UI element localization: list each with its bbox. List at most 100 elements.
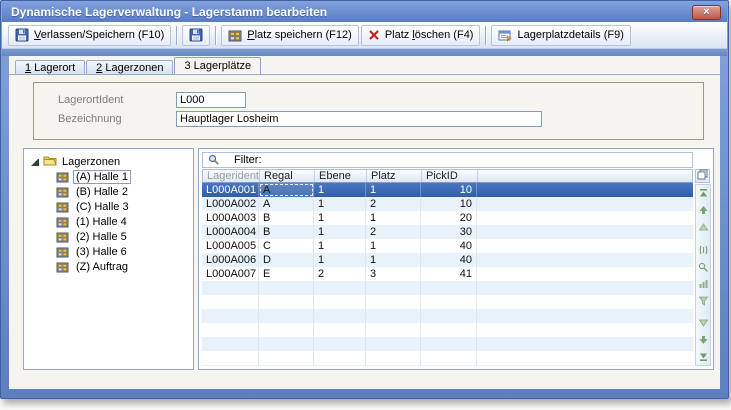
place-details-button[interactable]: Lagerplatzdetails (F9) <box>491 25 630 46</box>
lagerortident-input[interactable] <box>176 92 246 108</box>
page-up-icon[interactable] <box>698 222 709 232</box>
grid-cell[interactable]: A <box>259 183 314 197</box>
bezeichnung-input[interactable] <box>176 111 542 127</box>
grid-cell[interactable]: 1 <box>366 239 421 253</box>
toolbar-divider <box>2 49 727 56</box>
grid-row[interactable]: L000A001A1110 <box>202 183 693 197</box>
column-header-regal[interactable]: Regal <box>260 170 315 182</box>
grid-cell[interactable]: 1 <box>314 197 366 211</box>
grid-cell[interactable]: 20 <box>421 211 477 225</box>
grid-cell[interactable]: 2 <box>314 267 366 281</box>
grid-cell[interactable]: 1 <box>314 225 366 239</box>
grid-cell[interactable]: 40 <box>421 253 477 267</box>
tree-expander-icon[interactable] <box>31 158 39 166</box>
save-exit-button[interactable]: Verlassen/Speichern (F10) <box>8 25 171 46</box>
grid-cell <box>314 323 366 337</box>
close-button[interactable]: × <box>692 5 721 20</box>
grid-cell[interactable]: 1 <box>366 211 421 225</box>
tree-item[interactable]: (A) Halle 1 <box>24 169 193 184</box>
save-place-button[interactable]: Platz speichern (F12) <box>221 25 359 46</box>
last-record-icon[interactable] <box>698 352 709 362</box>
grid-cell[interactable]: 41 <box>421 267 477 281</box>
grid-cell[interactable]: L000A005 <box>202 239 259 253</box>
grid-cell-filler <box>477 351 693 365</box>
grid-empty-row <box>202 295 693 309</box>
tree-items: (A) Halle 1(B) Halle 2(C) Halle 3(1) Hal… <box>24 169 193 274</box>
grid-cell[interactable]: L000A004 <box>202 225 259 239</box>
tree-item-label: (1) Halle 4 <box>73 215 130 229</box>
grid-cell[interactable]: 1 <box>366 183 421 197</box>
tree-item[interactable]: (1) Halle 4 <box>24 214 193 229</box>
grid-cell[interactable]: L000A006 <box>202 253 259 267</box>
grid-empty-row <box>202 351 693 365</box>
grid-cell[interactable]: 3 <box>366 267 421 281</box>
save-button[interactable] <box>182 25 210 46</box>
grid-cell[interactable]: 2 <box>366 225 421 239</box>
grid-cell <box>421 351 477 365</box>
auto-size-icon[interactable] <box>698 245 709 255</box>
prev-record-icon[interactable] <box>698 205 709 215</box>
next-record-icon[interactable] <box>698 335 709 345</box>
grid-row[interactable]: L000A007E2341 <box>202 267 693 281</box>
column-header-pickid[interactable]: PickID <box>422 170 478 182</box>
grid-cell[interactable]: 1 <box>314 211 366 225</box>
grid-cell[interactable]: 1 <box>366 253 421 267</box>
toolbar-separator <box>176 26 177 45</box>
tree-item[interactable]: (3) Halle 6 <box>24 244 193 259</box>
first-record-icon[interactable] <box>698 188 709 198</box>
summary-icon[interactable] <box>698 279 709 289</box>
grid-cell[interactable]: 30 <box>421 225 477 239</box>
lagerzonen-tree: Lagerzonen (A) Halle 1(B) Halle 2(C) Hal… <box>23 148 194 370</box>
grid-cell[interactable]: L000A003 <box>202 211 259 225</box>
grid-cell-filler <box>477 281 693 295</box>
grid-cell[interactable]: 10 <box>421 183 477 197</box>
tab-lagerort[interactable]: 1 Lagerort <box>15 60 85 74</box>
grid-row[interactable]: L000A003B1120 <box>202 211 693 225</box>
grid-cell[interactable]: B <box>259 211 314 225</box>
zone-icon <box>56 186 69 198</box>
client-area: 1 Lagerort2 Lagerzonen3 Lagerplätze Lage… <box>9 56 720 389</box>
delete-place-button[interactable]: Platz löschen (F4) <box>361 25 481 46</box>
column-chooser-button[interactable] <box>695 169 710 183</box>
tab-lagerplaetze[interactable]: 3 Lagerplätze <box>174 57 261 74</box>
grid-cell <box>202 281 259 295</box>
grid-cell[interactable]: 1 <box>314 183 366 197</box>
filter-label: Filter: <box>234 154 262 166</box>
grid-cell[interactable]: 2 <box>366 197 421 211</box>
tree-item[interactable]: (2) Halle 5 <box>24 229 193 244</box>
tree-item[interactable]: (C) Halle 3 <box>24 199 193 214</box>
grid-cell <box>314 281 366 295</box>
search-icon[interactable] <box>698 262 709 272</box>
grid-cell[interactable]: 1 <box>314 253 366 267</box>
grid-filter-bar[interactable]: Filter: <box>202 152 693 168</box>
grid-cell[interactable]: L000A002 <box>202 197 259 211</box>
grid-cell <box>202 295 259 309</box>
column-header-lagerident[interactable]: Lagerident <box>203 170 260 182</box>
grid-cell[interactable]: 40 <box>421 239 477 253</box>
grid-row[interactable]: L000A002A1210 <box>202 197 693 211</box>
page-down-icon[interactable] <box>698 318 709 328</box>
tab-lagerzonen[interactable]: 2 Lagerzonen <box>86 60 173 74</box>
tree-item[interactable]: (B) Halle 2 <box>24 184 193 199</box>
tree-item[interactable]: (Z) Auftrag <box>24 259 193 274</box>
tree-root-lagerzonen[interactable]: Lagerzonen <box>24 154 193 169</box>
titlebar[interactable]: Dynamische Lagerverwaltung - Lagerstamm … <box>2 2 727 22</box>
tree-item-label: (A) Halle 1 <box>73 170 131 184</box>
grid-cell[interactable]: 10 <box>421 197 477 211</box>
column-header-platz[interactable]: Platz <box>367 170 422 182</box>
grid-row[interactable]: L000A004B1230 <box>202 225 693 239</box>
grid-row[interactable]: L000A006D1140 <box>202 253 693 267</box>
toolbar-button-label: Verlassen/Speichern (F10) <box>34 29 164 41</box>
filter-icon[interactable] <box>698 296 709 306</box>
grid-cell[interactable]: A <box>259 197 314 211</box>
shelf-icon <box>228 29 242 42</box>
grid-cell[interactable]: D <box>259 253 314 267</box>
grid-cell[interactable]: B <box>259 225 314 239</box>
column-header-ebene[interactable]: Ebene <box>315 170 367 182</box>
grid-cell[interactable]: E <box>259 267 314 281</box>
grid-cell[interactable]: C <box>259 239 314 253</box>
grid-cell[interactable]: 1 <box>314 239 366 253</box>
grid-cell[interactable]: L000A001 <box>202 183 259 197</box>
grid-row[interactable]: L000A005C1140 <box>202 239 693 253</box>
grid-cell[interactable]: L000A007 <box>202 267 259 281</box>
